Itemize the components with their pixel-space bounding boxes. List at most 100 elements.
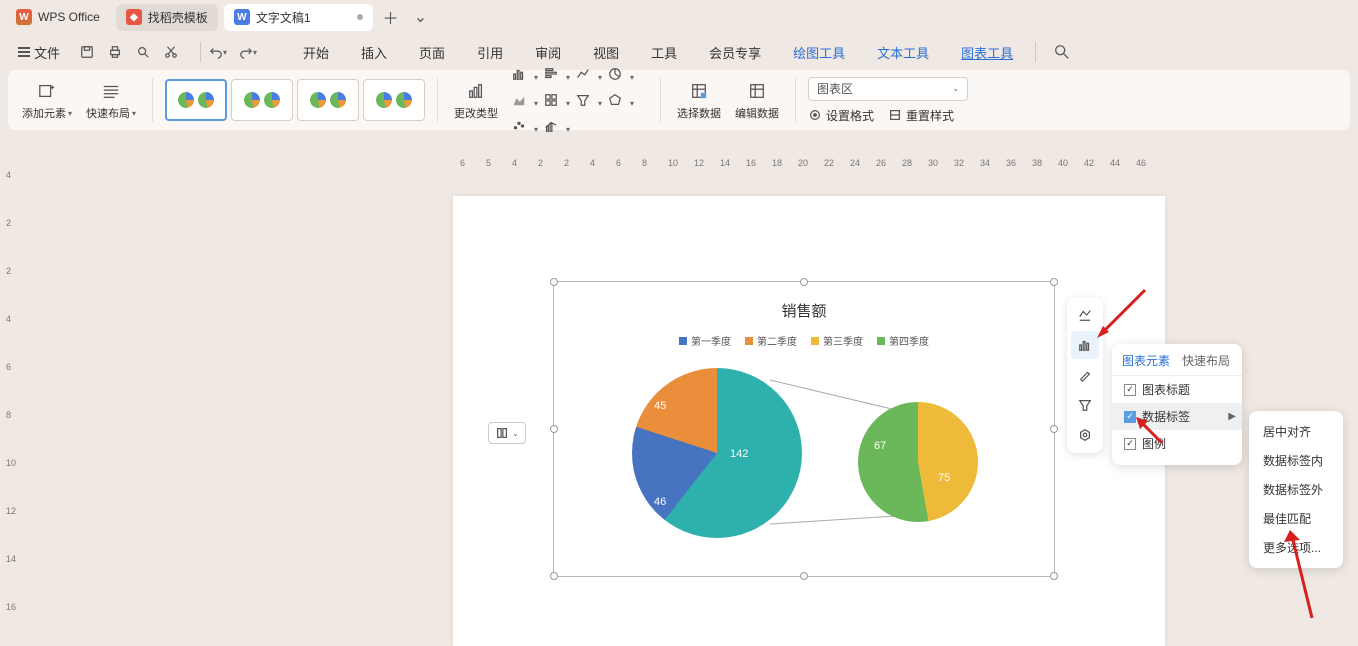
- search-button[interactable]: [1048, 38, 1076, 66]
- data-label-67: 67: [874, 440, 886, 452]
- chart-color-button[interactable]: [1071, 361, 1099, 389]
- reset-style-button[interactable]: 重置样式: [888, 107, 954, 124]
- resize-handle-sw[interactable]: [550, 572, 558, 580]
- hamburger-icon: [18, 47, 30, 57]
- stacked-icon[interactable]: ▾: [540, 92, 562, 108]
- resize-handle-ne[interactable]: [1050, 278, 1058, 286]
- set-format-button[interactable]: 设置格式: [808, 107, 874, 124]
- scatter-icon[interactable]: ▾: [508, 118, 530, 134]
- menu-member[interactable]: 会员专享: [695, 39, 775, 66]
- chart-title[interactable]: 销售额: [554, 300, 1054, 321]
- tab-app-label: WPS Office: [38, 10, 100, 24]
- menubar: 文件 ▾ ▾ 开始 插入 页面 引用 审阅 视图 工具 会员专享 绘图工具 文本…: [0, 34, 1358, 70]
- quick-layout-button[interactable]: 快速布局▾: [82, 79, 140, 121]
- menu-insert[interactable]: 插入: [347, 39, 401, 66]
- redo-button[interactable]: ▾: [239, 43, 257, 61]
- chart-style-3[interactable]: [297, 79, 359, 121]
- menu-view[interactable]: 视图: [579, 39, 633, 66]
- tab-document-label: 文字文稿1: [256, 9, 311, 26]
- menu-start[interactable]: 开始: [289, 39, 343, 66]
- tab-document[interactable]: W 文字文稿1: [224, 4, 373, 31]
- chart-filter-icon-1[interactable]: [1071, 301, 1099, 329]
- preview-icon[interactable]: [134, 43, 152, 61]
- menu-tools[interactable]: 工具: [637, 39, 691, 66]
- menu-chart-tools[interactable]: 图表工具: [947, 39, 1027, 66]
- panel-item-legend[interactable]: ✓ 图例: [1112, 430, 1242, 457]
- chart-style-4[interactable]: [363, 79, 425, 121]
- data-label-75: 75: [938, 472, 950, 484]
- menu-reference[interactable]: 引用: [463, 39, 517, 66]
- chart-settings-button[interactable]: [1071, 421, 1099, 449]
- resize-handle-s[interactable]: [800, 572, 808, 580]
- data-label-45: 45: [654, 400, 666, 412]
- menu-text-tools[interactable]: 文本工具: [863, 39, 943, 66]
- reset-style-label: 重置样式: [906, 107, 954, 124]
- submenu-center[interactable]: 居中对齐: [1249, 417, 1343, 446]
- select-data-button[interactable]: 选择数据: [673, 79, 725, 121]
- edit-data-label: 编辑数据: [735, 105, 779, 121]
- radar-icon[interactable]: ▾: [604, 92, 626, 108]
- chart-elements-button[interactable]: [1071, 331, 1099, 359]
- select-data-icon: [685, 79, 713, 103]
- menu-review[interactable]: 审阅: [521, 39, 575, 66]
- panel-item-title[interactable]: ✓ 图表标题: [1112, 376, 1242, 403]
- pie-main[interactable]: [632, 368, 802, 538]
- paragraph-options-button[interactable]: ⌄: [488, 422, 526, 444]
- template-icon: ◆: [126, 9, 142, 25]
- change-type-label: 更改类型: [454, 105, 498, 121]
- submenu-more[interactable]: 更多选项...: [1249, 533, 1343, 562]
- area-chart-icon[interactable]: ▾: [508, 92, 530, 108]
- chart-funnel-button[interactable]: [1071, 391, 1099, 419]
- combo-icon[interactable]: ▾: [540, 118, 562, 134]
- file-menu[interactable]: 文件: [12, 39, 66, 66]
- change-type-button[interactable]: 更改类型: [450, 79, 502, 121]
- checkbox-icon[interactable]: ✓: [1124, 384, 1136, 396]
- new-tab-button[interactable]: ＋: [379, 5, 403, 29]
- quick-access-toolbar: [78, 43, 180, 61]
- add-element-button[interactable]: 添加元素▾: [18, 79, 76, 121]
- edit-data-button[interactable]: 编辑数据: [731, 79, 783, 121]
- panel-tab-layout[interactable]: 快速布局: [1182, 352, 1230, 369]
- chevron-right-icon: ▶: [1228, 411, 1236, 422]
- resize-handle-se[interactable]: [1050, 572, 1058, 580]
- chart-element-select[interactable]: 图表区 ⌄: [808, 77, 968, 101]
- chart-style-gallery: [165, 79, 425, 121]
- cut-icon[interactable]: [162, 43, 180, 61]
- line-chart-icon[interactable]: ▾: [572, 66, 594, 82]
- panel-item-legend-label: 图例: [1142, 435, 1166, 452]
- resize-handle-nw[interactable]: [550, 278, 558, 286]
- chart-style-1[interactable]: [165, 79, 227, 121]
- bar-chart-icon[interactable]: ▾: [508, 66, 530, 82]
- resize-handle-n[interactable]: [800, 278, 808, 286]
- submenu-inside[interactable]: 数据标签内: [1249, 446, 1343, 475]
- legend-swatch: [877, 337, 885, 345]
- chart-style-2[interactable]: [231, 79, 293, 121]
- data-label-142: 142: [730, 448, 748, 460]
- tab-app[interactable]: W WPS Office: [6, 4, 110, 30]
- submenu-bestfit[interactable]: 最佳匹配: [1249, 504, 1343, 533]
- panel-item-data-labels[interactable]: ✓ 数据标签 ▶: [1112, 403, 1242, 430]
- undo-button[interactable]: ▾: [209, 43, 227, 61]
- menu-page[interactable]: 页面: [405, 39, 459, 66]
- legend-label-3: 第三季度: [823, 333, 863, 348]
- panel-tab-elements[interactable]: 图表元素: [1122, 352, 1170, 369]
- set-format-label: 设置格式: [826, 107, 874, 124]
- funnel-icon[interactable]: ▾: [572, 92, 594, 108]
- menu-draw-tools[interactable]: 绘图工具: [779, 39, 859, 66]
- tab-more-button[interactable]: ⌄: [409, 5, 433, 29]
- pie-secondary[interactable]: [858, 402, 978, 522]
- separator: [437, 78, 438, 122]
- separator: [795, 78, 796, 122]
- submenu-outside[interactable]: 数据标签外: [1249, 475, 1343, 504]
- paragraph-icon: [495, 426, 509, 440]
- save-icon[interactable]: [78, 43, 96, 61]
- pie-chart-icon[interactable]: ▾: [604, 66, 626, 82]
- print-icon[interactable]: [106, 43, 124, 61]
- tab-templates[interactable]: ◆ 找稻壳模板: [116, 4, 218, 31]
- legend-label-4: 第四季度: [889, 333, 929, 348]
- checkbox-icon[interactable]: ✓: [1124, 411, 1136, 423]
- hbar-chart-icon[interactable]: ▾: [540, 66, 562, 82]
- chart-object[interactable]: 销售额 第一季度 第二季度 第三季度 第四季度 45 46 142 67 75: [553, 281, 1055, 577]
- checkbox-icon[interactable]: ✓: [1124, 438, 1136, 450]
- chart-legend[interactable]: 第一季度 第二季度 第三季度 第四季度: [554, 333, 1054, 348]
